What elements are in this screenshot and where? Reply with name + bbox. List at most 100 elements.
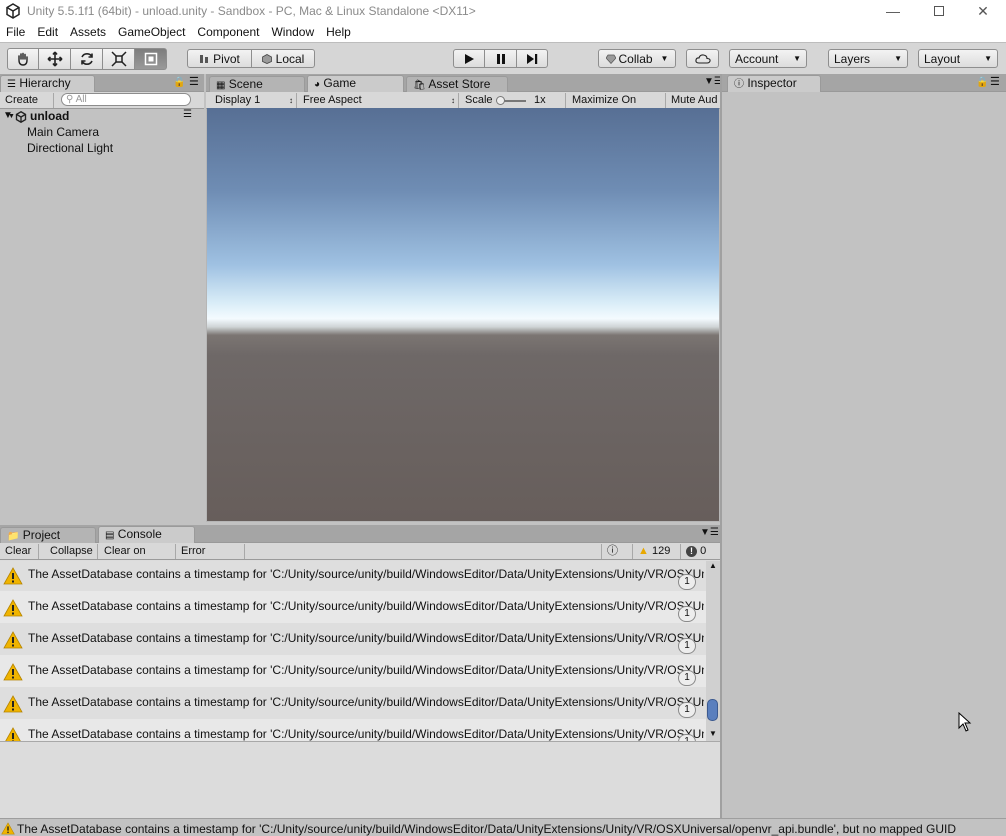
menu-bar: File Edit Assets GameObject Component Wi… [0, 22, 1006, 42]
tab-asset-store-label: Asset Store [428, 77, 491, 91]
scrollbar-thumb[interactable] [707, 699, 718, 721]
mute-audio-toggle[interactable]: Mute Aud [666, 93, 720, 108]
minimize-button[interactable]: — [870, 0, 916, 22]
display-dropdown[interactable]: Display 1 ↕ [210, 93, 297, 108]
tab-scene[interactable]: ▦ Scene [209, 76, 305, 92]
warning-filter-toggle[interactable]: ▲ 129 [633, 544, 681, 559]
aspect-dropdown[interactable]: Free Aspect ↕ [298, 93, 459, 108]
rect-tool-button[interactable] [135, 48, 167, 70]
hierarchy-search-input[interactable]: ⚲ All [61, 93, 191, 106]
window-title: Unity 5.5.1f1 (64bit) - unload.unity - S… [27, 4, 476, 18]
console-message: The AssetDatabase contains a timestamp f… [28, 631, 704, 645]
tab-console[interactable]: ▤ Console [98, 526, 195, 543]
pivot-toggle[interactable]: Pivot [187, 49, 252, 68]
menu-assets[interactable]: Assets [64, 25, 112, 39]
info-filter-toggle[interactable]: ⓘ 0 [601, 544, 633, 572]
hierarchy-item-label: Directional Light [27, 141, 114, 155]
panel-menu-icon[interactable]: ▼☰ [700, 527, 719, 538]
console-log-row[interactable]: The AssetDatabase contains a timestamp f… [0, 561, 706, 591]
step-icon [527, 53, 538, 64]
menu-window[interactable]: Window [265, 25, 320, 39]
tab-project-label: Project [22, 528, 61, 542]
close-button[interactable]: ✕ [960, 0, 1006, 22]
scene-menu-icon[interactable]: ☰ [183, 109, 192, 120]
tab-hierarchy[interactable]: ☰ Hierarchy [0, 75, 95, 92]
local-toggle[interactable]: Local [251, 49, 315, 68]
maximize-on-play-toggle[interactable]: Maximize On Play [567, 93, 666, 121]
collab-dropdown[interactable]: Collab ▼ [598, 49, 676, 68]
menu-gameobject[interactable]: GameObject [112, 25, 191, 39]
warning-icon [3, 599, 23, 617]
clear-label: Clear [5, 545, 32, 557]
lock-icon[interactable]: 🔒 [173, 77, 185, 88]
display-label: Display 1 [215, 94, 261, 106]
warning-icon: ▲ [638, 545, 649, 557]
rect-tool-icon [144, 52, 157, 66]
tab-project[interactable]: 📁 Project [0, 527, 96, 543]
console-log-row[interactable]: The AssetDatabase contains a timestamp f… [0, 591, 706, 623]
search-icon: ⚲ [66, 94, 74, 105]
game-toolbar: Display 1 ↕ Free Aspect ↕ Scale 1x Maxim… [206, 92, 720, 121]
scroll-up-icon[interactable]: ▲ [709, 561, 717, 570]
tab-scene-label: Scene [228, 77, 263, 91]
chevron-down-icon: ▼ [894, 54, 902, 63]
collapse-toggle[interactable]: Collapse [45, 544, 98, 559]
menu-file[interactable]: File [0, 25, 31, 39]
menu-help[interactable]: Help [320, 25, 357, 39]
scale-value: 1x [534, 94, 546, 106]
panel-menu-icon[interactable]: ☰ [189, 75, 199, 88]
layout-dropdown[interactable]: Layout ▼ [918, 49, 998, 68]
inspector-tabstrip: ⓘ Inspector 🔒 ☰ [722, 74, 1006, 92]
play-button[interactable] [453, 49, 485, 68]
console-log-row[interactable]: The AssetDatabase contains a timestamp f… [0, 687, 706, 719]
clear-on-play-toggle[interactable]: Clear on Play [99, 544, 176, 572]
expand-arrow-icon[interactable]: ▼ [3, 110, 13, 121]
error-pause-toggle[interactable]: Error Pause [176, 544, 245, 572]
console-log-row[interactable]: The AssetDatabase contains a timestamp f… [0, 655, 706, 687]
chevron-down-icon: ▼ [660, 54, 669, 63]
create-dropdown[interactable]: Create ▼ [0, 93, 54, 120]
move-tool-button[interactable] [39, 48, 71, 70]
pacman-icon: ◕ [314, 79, 321, 90]
move-icon [47, 51, 62, 67]
panel-divider[interactable] [720, 74, 722, 818]
scale-thumb[interactable] [496, 96, 505, 105]
hand-tool-button[interactable] [7, 48, 39, 70]
layers-dropdown[interactable]: Layers ▼ [828, 49, 908, 68]
console-log-row[interactable]: The AssetDatabase contains a timestamp f… [0, 623, 706, 655]
tab-asset-store[interactable]: 🛍 Asset Store [406, 76, 508, 92]
console-icon: ▤ [105, 530, 115, 541]
warning-icon [1, 822, 15, 835]
panel-menu-icon[interactable]: ☰ [990, 75, 1000, 88]
status-bar: The AssetDatabase contains a timestamp f… [0, 818, 1006, 836]
lock-icon[interactable]: 🔒 [976, 77, 988, 88]
account-dropdown[interactable]: Account ▼ [729, 49, 807, 68]
menu-component[interactable]: Component [191, 25, 265, 39]
unity-scene-icon [15, 111, 27, 123]
console-message: The AssetDatabase contains a timestamp f… [28, 663, 704, 677]
scroll-down-icon[interactable]: ▼ [709, 729, 717, 738]
scale-slider[interactable]: Scale 1x [460, 93, 566, 108]
console-log-row[interactable]: The AssetDatabase contains a timestamp f… [0, 719, 706, 741]
scene-root-row[interactable]: ▼ unload ☰ [0, 109, 204, 125]
cloud-button[interactable] [686, 49, 719, 68]
console-message: The AssetDatabase contains a timestamp f… [28, 695, 704, 709]
hierarchy-item[interactable]: Directional Light [27, 141, 113, 157]
collab-label: Collab [618, 51, 653, 66]
tab-game[interactable]: ◕ Game [307, 75, 404, 92]
info-icon: ⓘ [734, 79, 744, 90]
game-viewport[interactable] [207, 108, 719, 521]
error-filter-toggle[interactable]: ! 0 [681, 544, 713, 559]
console-scrollbar[interactable]: ▲ ▼ [706, 561, 720, 741]
hierarchy-item[interactable]: Main Camera [27, 125, 99, 141]
scale-tool-button[interactable] [103, 48, 135, 70]
menu-edit[interactable]: Edit [31, 25, 64, 39]
step-button[interactable] [516, 49, 548, 68]
chevron-down-icon: ▼ [793, 54, 801, 63]
maximize-button[interactable] [916, 0, 962, 22]
clear-button[interactable]: Clear [0, 544, 39, 559]
local-cube-icon [261, 53, 272, 64]
rotate-tool-button[interactable] [71, 48, 103, 70]
tab-inspector[interactable]: ⓘ Inspector [727, 75, 821, 92]
pause-button[interactable] [484, 49, 517, 68]
